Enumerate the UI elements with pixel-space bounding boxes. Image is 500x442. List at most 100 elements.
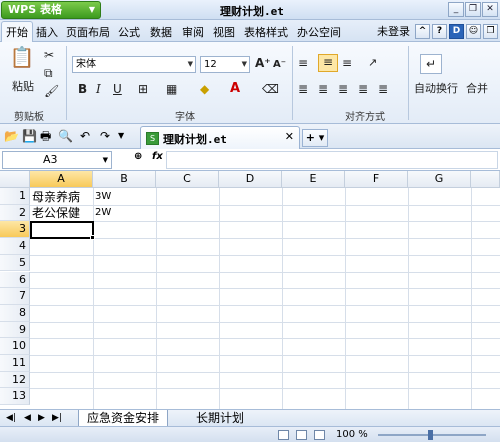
row-header[interactable]: 9 [0,321,30,339]
minimize-icon[interactable]: _ [448,2,464,17]
spreadsheet-grid[interactable]: A B C D E F G 1 2 3 4 5 6 7 8 9 10 11 12… [0,171,500,409]
row-header[interactable]: 3 [0,221,30,239]
clear-format-icon[interactable]: ⌫ [262,82,279,96]
cell-b1[interactable]: 3W [93,189,111,205]
justify-icon[interactable]: ≣ [358,82,368,96]
shrink-font-icon[interactable]: A⁻ [273,58,286,72]
row-header[interactable]: 1 [0,188,30,205]
close-icon[interactable]: ✕ [482,2,498,17]
paste-label[interactable]: 粘贴 [8,80,38,94]
tab-view[interactable]: 视图 [213,24,235,40]
print-preview-icon[interactable]: 🔍 [58,130,73,142]
row-header[interactable]: 13 [0,388,30,406]
login-status[interactable]: 未登录 [377,23,410,39]
merge-cells-icon[interactable]: ▦ [166,82,177,96]
undo-icon[interactable]: ↶ [80,130,90,142]
sheet-tab-emergency[interactable]: 应急资金安排 [78,410,169,427]
distributed-icon[interactable]: ≣ [378,82,388,96]
zoom-search-icon[interactable]: ⊕ [134,151,142,162]
row-header[interactable]: 11 [0,355,30,372]
align-center-icon[interactable]: ≣ [318,82,328,96]
font-size-select[interactable]: 12 ▼ [200,56,250,73]
column-header[interactable]: A [30,171,93,188]
text-direction-icon[interactable]: ↗ [368,56,377,70]
tab-office-space[interactable]: 办公空间 [297,24,341,40]
row-header[interactable]: 12 [0,371,30,389]
column-header[interactable]: D [219,171,282,188]
wrap-text-icon[interactable]: ↵ [420,54,442,74]
merge-center-label[interactable]: 合并 [466,82,488,96]
sheet-tab-longterm[interactable]: 长期计划 [188,410,252,427]
font-color-icon[interactable]: A [230,82,240,96]
page-layout-view-icon[interactable] [296,430,307,440]
restore-icon[interactable]: ❐ [465,2,481,17]
docer-icon[interactable]: D [449,23,464,39]
zoom-slider[interactable] [378,430,486,440]
border-icon[interactable]: ⊞ [138,82,148,96]
row-header[interactable]: 8 [0,304,30,322]
column-header[interactable]: F [345,171,408,188]
fill-handle[interactable] [90,234,95,240]
tab-page-layout[interactable]: 页面布局 [66,24,110,40]
redo-icon[interactable]: ↷ [100,130,110,142]
last-sheet-icon[interactable]: ▶| [52,413,62,423]
underline-button[interactable]: U [113,82,122,96]
tab-formula[interactable]: 公式 [118,24,140,40]
collapse-ribbon-icon[interactable]: ^ [415,23,430,39]
open-folder-icon[interactable]: 📂 [4,130,19,142]
tab-home[interactable]: 开始 [1,21,33,42]
italic-button[interactable]: I [96,82,101,96]
column-header[interactable]: C [156,171,219,188]
function-icon[interactable]: fx [152,151,163,162]
align-left-icon[interactable]: ≣ [298,82,308,96]
grow-font-icon[interactable]: A⁺ [255,56,271,70]
zoom-slider-thumb[interactable] [428,430,433,440]
column-header[interactable]: G [408,171,471,188]
first-sheet-icon[interactable]: ◀| [6,413,16,423]
row-header[interactable]: 10 [0,338,30,355]
select-all-corner[interactable] [0,171,30,188]
align-right-icon[interactable]: ≣ [338,82,348,96]
next-sheet-icon[interactable]: ▶ [38,413,45,423]
wps-menu-button[interactable]: WPS 表格 ▼ [1,1,101,19]
row-header[interactable]: 6 [0,271,30,289]
page-break-view-icon[interactable] [314,430,325,440]
restore-icon[interactable]: ❐ [483,23,498,39]
print-icon[interactable]: 🖶 [40,130,51,142]
column-header[interactable]: B [93,171,156,188]
active-cell-selection[interactable] [30,220,95,240]
tab-insert[interactable]: 插入 [36,24,58,40]
align-top-icon[interactable]: ≡ [298,56,308,70]
bold-button[interactable]: B [78,82,87,96]
cell-a2[interactable]: 老公保健 [30,205,80,221]
document-tab[interactable]: S 理财计划.et ✕ [140,126,300,149]
cell-b2[interactable]: 2W [93,205,111,221]
wrap-text-label[interactable]: 自动换行 [414,82,458,96]
align-middle-icon[interactable]: ≡ [318,54,338,72]
save-icon[interactable]: 💾 [22,130,37,142]
cut-icon[interactable]: ✂ [44,48,54,62]
close-tab-icon[interactable]: ✕ [285,130,294,143]
row-header[interactable]: 5 [0,254,30,272]
column-header[interactable]: E [282,171,345,188]
name-box[interactable]: A3 ▼ [2,151,112,169]
new-tab-button[interactable]: + ▾ [302,129,328,147]
format-painter-icon[interactable]: 🖌 [44,84,59,98]
column-header[interactable] [471,171,500,188]
tab-data[interactable]: 数据 [150,24,172,40]
font-name-select[interactable]: 宋体 ▼ [72,56,196,73]
normal-view-icon[interactable] [278,430,289,440]
chevron-down-icon[interactable]: ▼ [118,130,124,142]
zoom-level[interactable]: 100 % [336,429,368,440]
paste-icon[interactable]: 📋 [8,47,36,76]
prev-sheet-icon[interactable]: ◀ [24,413,31,423]
fill-color-icon[interactable]: ◆ [200,82,209,96]
row-header[interactable]: 4 [0,238,30,255]
skin-icon[interactable]: ☺ [466,23,481,39]
copy-icon[interactable]: ⧉ [44,66,53,80]
align-bottom-icon[interactable]: ≡ [342,56,352,70]
formula-input[interactable] [166,151,498,169]
tab-table-style[interactable]: 表格样式 [244,24,288,40]
help-icon[interactable]: ? [432,23,447,39]
row-header[interactable]: 7 [0,288,30,305]
